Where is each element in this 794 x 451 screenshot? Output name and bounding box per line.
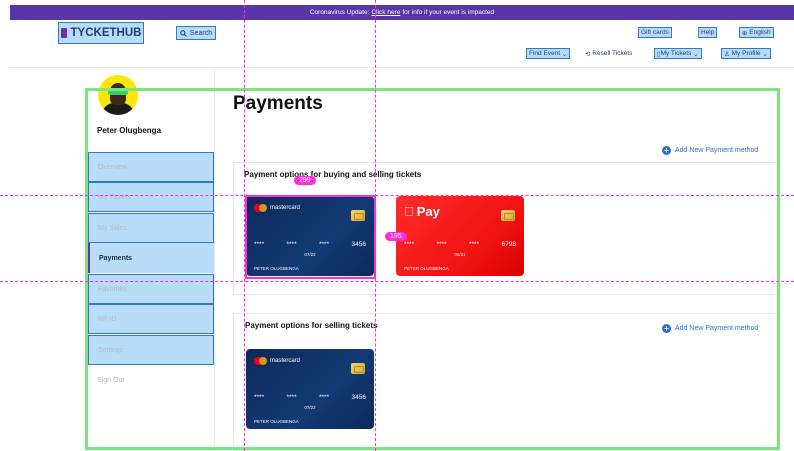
- my-profile-menu[interactable]: ♙ My Profile ⌄: [721, 48, 771, 59]
- logo-text: TYCKETHUB: [70, 27, 142, 39]
- site-logo[interactable]: TYCKETHUB: [58, 22, 144, 44]
- language-label: English: [749, 29, 771, 36]
- height-measure-label: 195: [385, 232, 407, 241]
- help-link[interactable]: Help: [698, 27, 718, 38]
- banner-prefix: Coronavirus Update:: [309, 9, 370, 16]
- chevron-down-icon: ⌄: [561, 50, 568, 58]
- search-icon: [180, 29, 187, 37]
- resell-label: Resell Tickets: [592, 50, 633, 57]
- search-label: Search: [189, 29, 213, 37]
- my-tickets-menu[interactable]: ▯ My Tickets ⌄: [654, 48, 702, 59]
- banner-suffix: for info if your event is impacted: [402, 9, 495, 16]
- find-event-menu[interactable]: Find Event ⌄: [526, 48, 571, 59]
- width-measure-label: 299: [294, 176, 316, 185]
- site-header: TYCKETHUB Search Gift cards Help ⊕ Engli…: [10, 20, 794, 68]
- gift-cards-label: Gift cards: [641, 29, 669, 36]
- resell-icon: ⟲: [585, 50, 591, 58]
- globe-icon: ⊕: [742, 29, 748, 37]
- banner-link[interactable]: Click here: [371, 9, 400, 16]
- help-label: Help: [701, 29, 715, 36]
- find-event-label: Find Event: [529, 50, 561, 57]
- ticket-icon: [60, 28, 67, 38]
- covid-banner: Coronavirus Update: Click here for info …: [10, 5, 794, 20]
- my-profile-label: My Profile: [731, 50, 761, 57]
- gift-cards-link[interactable]: Gift cards: [638, 27, 672, 38]
- chevron-down-icon: ⌄: [762, 50, 768, 58]
- my-tickets-label: My Tickets: [660, 50, 692, 57]
- chevron-down-icon: ⌄: [693, 50, 699, 58]
- highlight-frame: [85, 88, 780, 450]
- resell-tickets-link[interactable]: ⟲ Resell Tickets: [583, 48, 634, 59]
- user-icon: ♙: [724, 50, 730, 58]
- language-selector[interactable]: ⊕ English: [739, 27, 774, 38]
- search-button[interactable]: Search: [176, 26, 216, 40]
